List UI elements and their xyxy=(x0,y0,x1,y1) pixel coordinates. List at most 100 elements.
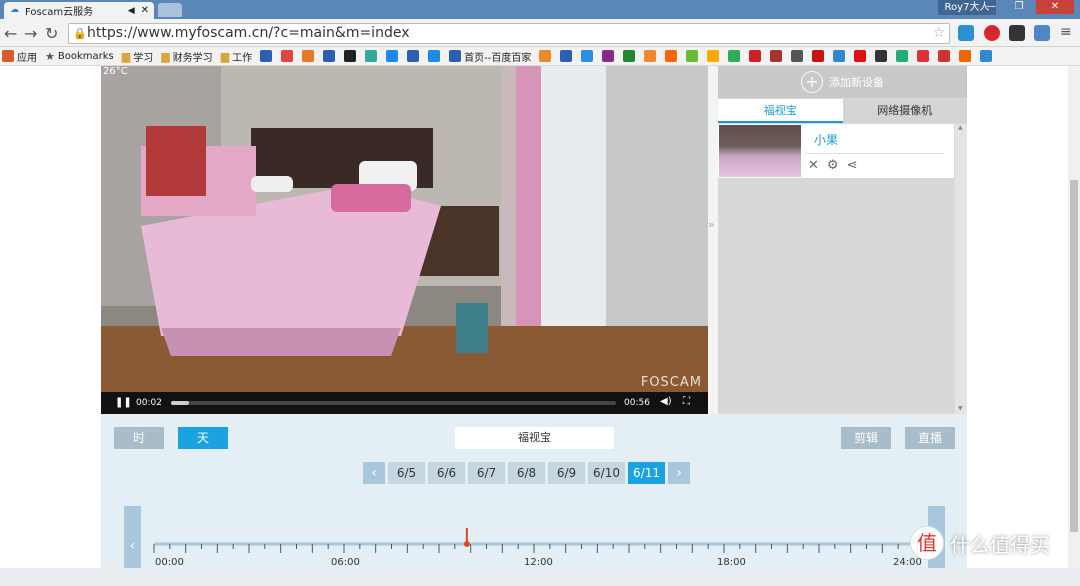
bookmark-folder[interactable]: ▆ 工作 xyxy=(221,49,252,64)
site-icon[interactable] xyxy=(938,50,951,62)
menu-icon[interactable]: ≡ xyxy=(1060,24,1072,40)
date-item[interactable]: 6/10 xyxy=(588,462,625,484)
live-button[interactable]: 直播 xyxy=(905,427,955,449)
add-device-button[interactable]: + 添加新设备 xyxy=(718,66,967,98)
site-icon[interactable] xyxy=(854,50,867,62)
prev-date-button[interactable]: ‹ xyxy=(363,462,385,484)
timeline-left-icon[interactable]: ‹ xyxy=(124,506,141,568)
date-item[interactable]: 6/11 xyxy=(628,462,665,484)
video-player[interactable]: 26°C FOSCAM ❚❚ 00:02 00:56 ◀) ⛶ xyxy=(101,66,708,414)
restore-icon[interactable]: ❐ xyxy=(1008,0,1030,14)
new-tab-button[interactable] xyxy=(158,3,182,17)
bookmark-folder[interactable]: ▆ 学习 xyxy=(122,49,153,64)
site-icon[interactable] xyxy=(770,50,783,62)
forward-icon[interactable]: → xyxy=(24,24,37,43)
bookmark-folder[interactable]: ▆ 财务学习 xyxy=(161,49,212,64)
panel-scrollbar[interactable]: ▲ ▼ xyxy=(955,124,967,414)
site-icon[interactable] xyxy=(386,50,399,62)
site-icon[interactable] xyxy=(917,50,930,62)
video-controls: ❚❚ 00:02 00:56 ◀) ⛶ xyxy=(101,392,708,414)
clip-button[interactable]: 剪辑 xyxy=(841,427,891,449)
timeline-track[interactable] xyxy=(141,506,928,556)
extension-icon[interactable] xyxy=(958,25,974,41)
tab-network-camera[interactable]: 网络摄像机 xyxy=(842,99,967,123)
date-item[interactable]: 6/5 xyxy=(388,462,425,484)
site-icon[interactable] xyxy=(896,50,909,62)
site-icon[interactable] xyxy=(959,50,972,62)
site-icon[interactable] xyxy=(260,50,273,62)
scroll-up-icon[interactable]: ▲ xyxy=(958,124,963,131)
site-icon[interactable] xyxy=(581,50,594,62)
gear-icon[interactable]: ⚙ xyxy=(827,158,839,173)
scroll-down-icon[interactable]: ▼ xyxy=(958,405,963,412)
scrollbar-thumb[interactable] xyxy=(1070,180,1078,532)
site-icon[interactable] xyxy=(302,50,315,62)
baidu-icon xyxy=(449,50,462,62)
site-icon[interactable] xyxy=(644,50,657,62)
bookmark-star-icon[interactable]: ☆ xyxy=(932,24,945,43)
bookmark-item[interactable]: 首页--百度百家 xyxy=(449,49,531,64)
day-view-button[interactable]: 天 xyxy=(178,427,228,449)
divider xyxy=(806,153,944,154)
extension-icon[interactable] xyxy=(1034,25,1050,41)
seek-bar[interactable] xyxy=(171,401,616,405)
device-card[interactable]: 小果 ✕ ⚙ ⋖ xyxy=(718,124,954,178)
reload-icon[interactable]: ↻ xyxy=(45,24,58,43)
close-tab-icon[interactable]: ✕ xyxy=(141,5,149,16)
device-panel: + 添加新设备 福视宝 网络摄像机 小果 ✕ ⚙ ⋖ ▲ ▼ xyxy=(718,66,967,414)
date-item[interactable]: 6/7 xyxy=(468,462,505,484)
site-icon[interactable] xyxy=(707,50,720,62)
site-icon[interactable] xyxy=(365,50,378,62)
share-icon[interactable]: ⋖ xyxy=(847,158,858,173)
date-item[interactable]: 6/6 xyxy=(428,462,465,484)
site-icon[interactable] xyxy=(428,50,441,62)
back-icon[interactable]: ← xyxy=(4,24,17,43)
site-icon[interactable] xyxy=(791,50,804,62)
speaker-icon[interactable]: ◀ xyxy=(128,6,135,16)
site-icon[interactable] xyxy=(812,50,825,62)
tab-fushibao[interactable]: 福视宝 xyxy=(718,99,843,123)
site-icon[interactable] xyxy=(665,50,678,62)
timeline-label: 00:00 xyxy=(155,557,184,568)
site-icon[interactable] xyxy=(281,50,294,62)
device-name[interactable]: 小果 xyxy=(814,131,838,148)
device-thumbnail[interactable] xyxy=(719,125,801,177)
browser-tab[interactable]: ☁ Foscam云服务 ◀ ✕ xyxy=(4,2,154,19)
site-icon[interactable] xyxy=(323,50,336,62)
bookmark-apps[interactable]: 应用 xyxy=(2,49,37,64)
page-scrollbar[interactable] xyxy=(1068,66,1080,568)
extension-icon[interactable] xyxy=(984,25,1000,41)
fullscreen-icon[interactable]: ⛶ xyxy=(683,396,690,407)
site-watermark: 值 什么值得买 xyxy=(910,523,1080,563)
site-icon[interactable] xyxy=(749,50,762,62)
volume-icon[interactable]: ◀) xyxy=(660,396,672,407)
site-icon[interactable] xyxy=(686,50,699,62)
address-bar[interactable]: 🔒 https://www.myfoscam.cn/?c=main&m=inde… xyxy=(68,23,950,44)
date-item[interactable]: 6/9 xyxy=(548,462,585,484)
site-icon[interactable] xyxy=(344,50,357,62)
next-date-button[interactable]: › xyxy=(668,462,690,484)
minimize-icon[interactable]: — xyxy=(980,0,1002,14)
extension-icon[interactable] xyxy=(1009,25,1025,41)
site-icon[interactable] xyxy=(728,50,741,62)
timeline-label: 06:00 xyxy=(331,557,360,568)
close-window-icon[interactable]: ✕ xyxy=(1036,0,1074,14)
pause-icon[interactable]: ❚❚ xyxy=(115,397,132,408)
duration: 00:56 xyxy=(624,398,650,408)
panel-splitter[interactable]: » xyxy=(708,66,718,414)
site-icon[interactable] xyxy=(539,50,552,62)
site-icon[interactable] xyxy=(623,50,636,62)
site-icon[interactable] xyxy=(407,50,420,62)
date-item[interactable]: 6/8 xyxy=(508,462,545,484)
bookmark-item[interactable]: ★ Bookmarks xyxy=(45,50,114,63)
site-icon[interactable] xyxy=(980,50,993,62)
collapse-icon[interactable]: » xyxy=(708,218,715,231)
timeline[interactable]: ‹ 00:00 06:00 12:00 18:00 24:00 xyxy=(124,506,945,568)
site-icon[interactable] xyxy=(560,50,573,62)
site-icon[interactable] xyxy=(833,50,846,62)
site-icon[interactable] xyxy=(602,50,615,62)
site-icon[interactable] xyxy=(875,50,888,62)
hour-view-button[interactable]: 时 xyxy=(114,427,164,449)
date-selector: ‹ 6/5 6/6 6/7 6/8 6/9 6/10 6/11 › xyxy=(363,462,690,484)
delete-icon[interactable]: ✕ xyxy=(808,158,819,173)
